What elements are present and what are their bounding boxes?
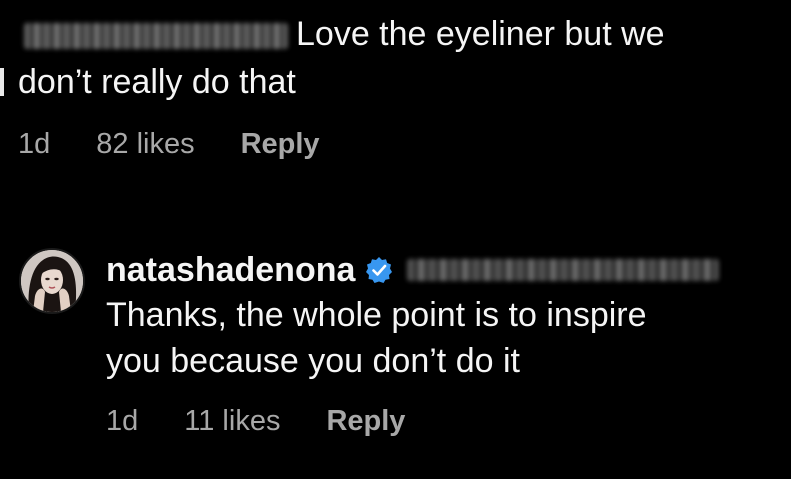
reply-time: 1d (106, 405, 139, 437)
comment-text: Love the eyeliner but we (296, 15, 665, 53)
comment-reply-button[interactable]: Reply (241, 128, 320, 160)
comment-text-line-2: don’t really do that (18, 63, 296, 101)
comment-likes[interactable]: 82 likes (96, 128, 194, 160)
thread-indicator (0, 68, 4, 96)
reply-text: Thanks, the whole point is to inspire yo… (106, 292, 776, 384)
reply-meta: 1d 11 likes Reply (106, 405, 451, 438)
reply-header: natashadenona (106, 250, 776, 290)
comment-meta: 1d 82 likes Reply (18, 128, 366, 161)
reply-likes[interactable]: 11 likes (184, 405, 280, 437)
verified-badge-icon (366, 257, 393, 283)
comment-time: 1d (18, 128, 51, 160)
reply-username[interactable]: natashadenona (106, 250, 355, 290)
avatar[interactable] (19, 248, 85, 314)
redacted-username[interactable] (24, 23, 288, 50)
reply-text-line-1: Thanks, the whole point is to inspire (106, 296, 647, 334)
redacted-mention[interactable] (407, 259, 720, 281)
comment-text-line-1: Love the eyeliner but we (24, 14, 665, 54)
avatar-portrait-icon (21, 250, 83, 312)
reply: natashadenona Thanks, the whole point is… (106, 250, 776, 384)
reply-reply-button[interactable]: Reply (326, 405, 405, 437)
reply-text-line-2: you because you don’t do it (106, 342, 520, 380)
